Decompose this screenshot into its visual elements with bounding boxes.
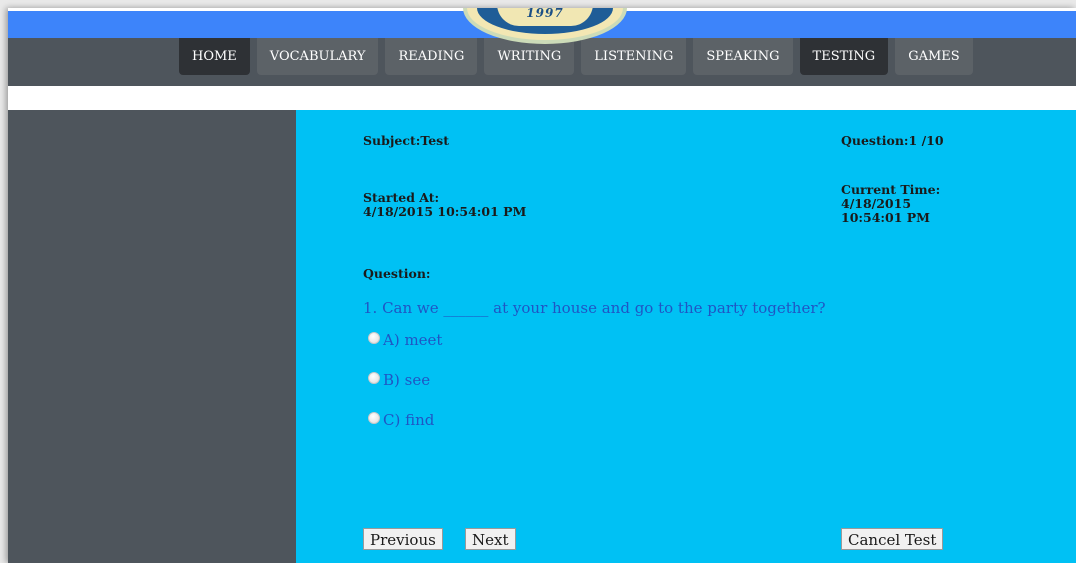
nav-item-games[interactable]: GAMES [895, 38, 973, 75]
started-at-value: 4/18/2015 10:54:01 PM [363, 204, 527, 219]
header-spacer [8, 86, 1076, 110]
nav-item-vocabulary[interactable]: VOCABULARY [256, 38, 379, 75]
answer-option-c[interactable]: C) find [368, 411, 434, 429]
current-time-clock: 10:54:01 PM [841, 210, 931, 225]
question-heading: Question: [363, 266, 431, 281]
answer-option-b[interactable]: B) see [368, 371, 430, 389]
question-counter: Question:1 /10 [841, 134, 944, 148]
next-button[interactable]: Next [465, 528, 516, 550]
answer-option-a-label: A) meet [383, 331, 443, 349]
cancel-test-button[interactable]: Cancel Test [841, 528, 944, 550]
test-panel: Subject:Test Question:1 /10 Started At: … [296, 110, 1076, 563]
question-text: 1. Can we ______ at your house and go to… [363, 299, 826, 317]
question-counter-value: 1 /10 [908, 133, 944, 148]
current-time-date: 4/18/2015 [841, 196, 912, 211]
answer-option-c-label: C) find [383, 411, 435, 429]
nav-item-testing[interactable]: TESTING [799, 38, 889, 75]
started-at-info: Started At: 4/18/2015 10:54:01 PM [363, 191, 526, 219]
subject-value: Test [420, 133, 449, 148]
question-counter-label: Question: [841, 133, 909, 148]
previous-button[interactable]: Previous [363, 528, 443, 550]
started-at-label: Started At: [363, 190, 440, 205]
answer-option-b-label: B) see [383, 371, 431, 389]
radio-button-b[interactable] [368, 372, 380, 384]
radio-button-a[interactable] [368, 332, 380, 344]
nav-item-reading[interactable]: READING [385, 38, 478, 75]
nav-item-listening[interactable]: LISTENING [581, 38, 687, 75]
nav-item-home[interactable]: HOME [179, 38, 250, 75]
nav-menu: HOME VOCABULARY READING WRITING LISTENIN… [179, 38, 980, 75]
subject-info: Subject:Test [363, 134, 449, 148]
answer-option-a[interactable]: A) meet [368, 331, 442, 349]
left-sidebar [8, 110, 296, 563]
nav-item-writing[interactable]: WRITING [484, 38, 575, 75]
current-time-info: Current Time: 4/18/2015 10:54:01 PM [841, 183, 940, 225]
radio-button-c[interactable] [368, 412, 380, 424]
logo-year: 1997 [497, 8, 593, 26]
nav-item-speaking[interactable]: SPEAKING [693, 38, 793, 75]
main-navigation: HOME VOCABULARY READING WRITING LISTENIN… [8, 38, 1076, 86]
subject-label: Subject: [363, 133, 421, 148]
current-time-label: Current Time: [841, 182, 941, 197]
page-frame: 1997 HOME VOCABULARY READING WRITING LIS… [8, 8, 1076, 563]
